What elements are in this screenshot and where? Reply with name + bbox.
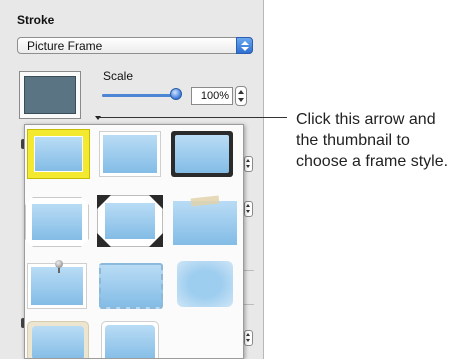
pushpin-icon — [55, 260, 63, 268]
hidden-stepper[interactable] — [244, 156, 253, 172]
frame-style-dark-rounded[interactable] — [171, 131, 233, 177]
scale-stepper[interactable] — [235, 86, 247, 106]
frame-style-soft-vignette[interactable] — [177, 261, 233, 307]
frame-thumbnail-preview — [24, 76, 76, 114]
frame-style-yellow-border[interactable] — [27, 129, 90, 179]
hidden-stepper[interactable] — [244, 330, 253, 346]
callout-leader-line — [98, 117, 287, 118]
scale-label: Scale — [103, 69, 134, 83]
frame-style-rounded-white[interactable] — [101, 321, 159, 358]
stroke-type-popup[interactable]: Picture Frame — [17, 37, 253, 54]
stroke-section-title: Stroke — [17, 13, 55, 27]
scale-slider-fill — [102, 94, 177, 97]
callout-text: Click this arrow and the thumbnail to ch… — [296, 111, 449, 170]
frame-thumbnail-button[interactable] — [19, 71, 81, 119]
frame-style-pushpin[interactable] — [27, 260, 87, 309]
scale-slider-knob[interactable] — [170, 88, 183, 100]
frame-style-thin-white[interactable] — [99, 131, 161, 177]
frame-style-taped-photo[interactable] — [173, 195, 237, 245]
frame-style-rounded-cream[interactable] — [27, 321, 89, 358]
frame-style-black-corners[interactable] — [97, 195, 163, 247]
divider — [244, 270, 254, 271]
stroke-type-selected: Picture Frame — [27, 39, 103, 53]
scale-slider[interactable] — [102, 94, 180, 97]
divider — [244, 304, 254, 305]
popup-arrows-icon — [236, 37, 253, 54]
hidden-stepper[interactable] — [244, 201, 253, 217]
frame-style-deckled-edge[interactable] — [99, 263, 163, 309]
frame-style-popover — [24, 124, 244, 359]
frame-style-beveled-white[interactable] — [25, 197, 89, 247]
scale-value-field[interactable]: 100% — [191, 87, 233, 105]
